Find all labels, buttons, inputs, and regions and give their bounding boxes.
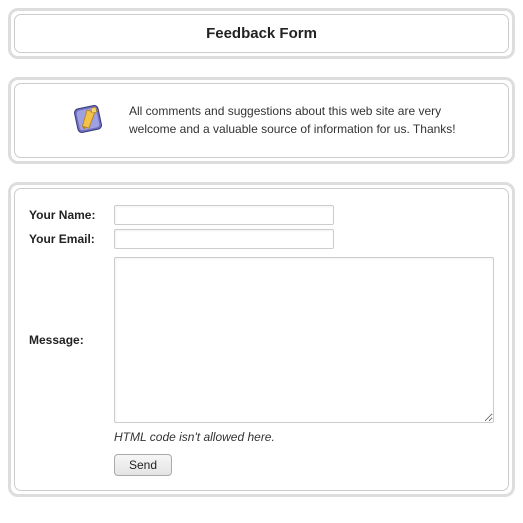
intro-panel: All comments and suggestions about this … xyxy=(8,77,515,164)
form-panel: Your Name: Your Email: Message: HTML c xyxy=(8,182,515,497)
name-label: Your Name: xyxy=(25,203,110,227)
name-input[interactable] xyxy=(114,205,334,225)
feedback-note-icon xyxy=(69,100,107,141)
intro-text: All comments and suggestions about this … xyxy=(129,103,489,138)
email-label: Your Email: xyxy=(25,227,110,251)
page-title: Feedback Form xyxy=(14,14,509,53)
email-input[interactable] xyxy=(114,229,334,249)
title-panel: Feedback Form xyxy=(8,8,515,59)
message-input[interactable] xyxy=(114,257,494,423)
message-hint: HTML code isn't allowed here. xyxy=(110,428,498,446)
message-label: Message: xyxy=(25,251,110,428)
send-button[interactable]: Send xyxy=(114,454,172,476)
